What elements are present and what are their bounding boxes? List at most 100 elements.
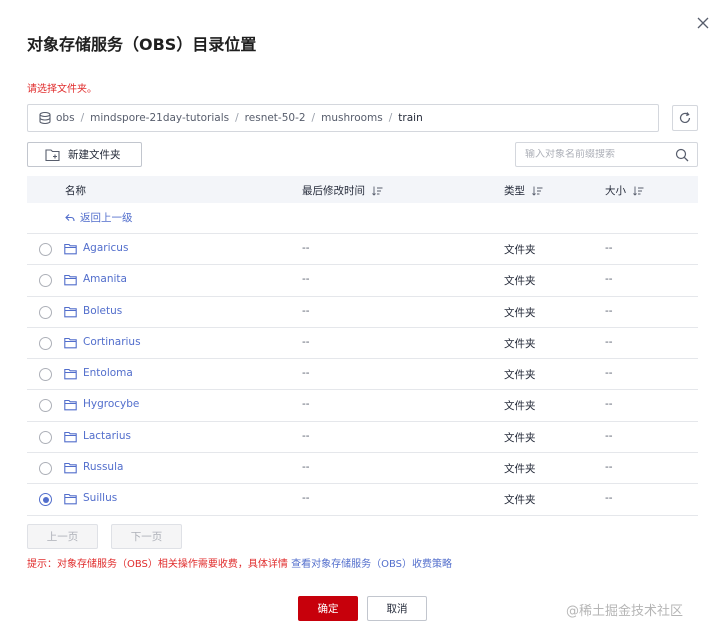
column-header-modified[interactable]: 最后修改时间 <box>302 183 383 198</box>
refresh-icon <box>679 112 691 124</box>
folder-icon <box>64 431 77 443</box>
modified-cell: -- <box>302 398 310 411</box>
back-row: 返回上一级 <box>27 203 698 234</box>
type-cell: 文件夹 <box>504 244 536 256</box>
folder-icon <box>64 494 77 505</box>
billing-policy-link[interactable]: 查看对象存储服务（OBS）收费策略 <box>291 559 452 570</box>
breadcrumb-separator: / <box>388 112 393 124</box>
folder-icon <box>64 243 77 255</box>
row-radio[interactable] <box>39 399 52 413</box>
watermark: @稀土掘金技术社区 <box>566 604 684 619</box>
folder-name-link[interactable]: Hygrocybe <box>83 398 139 410</box>
row-radio[interactable] <box>39 305 52 319</box>
folder-name-link[interactable]: Agaricus <box>83 242 128 254</box>
folder-name-link[interactable]: Cortinarius <box>83 336 141 348</box>
refresh-button[interactable] <box>672 105 698 131</box>
table-row[interactable]: Entoloma -- 文件夹 -- <box>27 359 698 391</box>
row-radio[interactable] <box>39 274 52 288</box>
bucket-icon <box>39 111 51 125</box>
prev-page-button[interactable]: 上一页 <box>27 524 98 549</box>
breadcrumb-segment[interactable]: resnet-50-2 <box>245 112 306 124</box>
type-cell: 文件夹 <box>504 400 536 413</box>
column-name-label: 名称 <box>65 185 86 197</box>
billing-notice-text: 提示：对象存储服务（OBS）相关操作需要收费，具体详情 <box>27 559 292 570</box>
path-breadcrumb: obs / mindspore-21day-tutorials / resnet… <box>27 104 659 132</box>
size-cell: -- <box>605 398 613 411</box>
row-radio[interactable] <box>39 243 52 256</box>
type-cell: 文件夹 <box>504 431 536 444</box>
size-cell: -- <box>605 367 613 380</box>
type-cell: 文件夹 <box>504 494 536 507</box>
obs-directory-dialog: 对象存储服务（OBS）目录位置 请选择文件夹。 obs / mindspore-… <box>0 0 720 638</box>
table-row[interactable]: Boletus -- 文件夹 -- <box>27 297 698 328</box>
folder-name-link[interactable]: Suillus <box>83 492 117 504</box>
folder-icon <box>64 463 77 474</box>
folder-name-link[interactable]: Russula <box>83 461 123 473</box>
folder-icon <box>64 275 77 286</box>
row-radio[interactable] <box>39 462 52 476</box>
column-size-label: 大小 <box>605 185 626 197</box>
table-header: 名称 最后修改时间 类型 大小 <box>27 176 698 203</box>
table-row[interactable]: Suillus -- 文件夹 -- <box>27 484 698 516</box>
cancel-button[interactable]: 取消 <box>367 596 427 621</box>
next-page-button[interactable]: 下一页 <box>111 524 182 549</box>
breadcrumb-separator: / <box>311 112 316 124</box>
breadcrumb-separator: / <box>235 112 239 124</box>
folder-icon <box>64 400 77 411</box>
modified-cell: -- <box>302 367 310 380</box>
modified-cell: -- <box>302 492 310 505</box>
row-radio[interactable] <box>39 368 52 382</box>
breadcrumb-segment[interactable]: mindspore-21day-tutorials <box>90 112 229 124</box>
close-button[interactable] <box>694 14 712 32</box>
size-cell: -- <box>605 304 613 317</box>
breadcrumb-separator: / <box>80 112 85 124</box>
table-row[interactable]: Lactarius -- 文件夹 -- <box>27 422 698 454</box>
billing-notice: 提示：对象存储服务（OBS）相关操作需要收费，具体详情 查看对象存储服务（OBS… <box>27 555 452 570</box>
back-arrow-icon <box>65 213 75 221</box>
back-to-parent-link[interactable]: 返回上一级 <box>65 210 133 225</box>
row-radio[interactable] <box>39 430 52 444</box>
folder-name-link[interactable]: Amanita <box>83 273 127 285</box>
new-folder-button[interactable]: 新建文件夹 <box>27 142 142 167</box>
modified-cell: -- <box>302 461 310 474</box>
sort-icon[interactable] <box>633 186 644 196</box>
table-row[interactable]: Russula -- 文件夹 -- <box>27 453 698 485</box>
table-row[interactable]: Cortinarius -- 文件夹 -- <box>27 328 698 360</box>
new-folder-label: 新建文件夹 <box>68 149 121 161</box>
confirm-button[interactable]: 确定 <box>298 596 358 621</box>
search-input[interactable] <box>516 149 666 160</box>
type-cell: 文件夹 <box>504 275 536 288</box>
table-row[interactable]: Hygrocybe -- 文件夹 -- <box>27 390 698 422</box>
folder-name-link[interactable]: Entoloma <box>83 367 133 379</box>
folder-name-link[interactable]: Boletus <box>83 305 122 317</box>
modified-cell: -- <box>302 304 310 317</box>
sort-icon[interactable] <box>372 186 383 196</box>
row-radio-selected[interactable] <box>39 493 52 507</box>
table-row[interactable]: Amanita -- 文件夹 -- <box>27 265 698 297</box>
table-row[interactable]: Agaricus -- 文件夹 -- <box>27 234 698 266</box>
sort-icon[interactable] <box>532 186 543 196</box>
folder-icon <box>64 369 77 380</box>
modified-cell: -- <box>302 273 310 286</box>
folder-list: Agaricus -- 文件夹 -- Amanita -- 文件夹 -- Bol… <box>27 234 698 516</box>
size-cell: -- <box>605 492 613 505</box>
column-header-type[interactable]: 类型 <box>504 183 543 198</box>
dialog-title: 对象存储服务（OBS）目录位置 <box>27 35 257 54</box>
size-cell: -- <box>605 429 613 442</box>
column-type-label: 类型 <box>504 185 525 197</box>
row-radio[interactable] <box>39 336 52 350</box>
type-cell: 文件夹 <box>504 337 536 350</box>
folder-icon <box>64 306 77 317</box>
folder-name-link[interactable]: Lactarius <box>83 430 131 442</box>
modified-cell: -- <box>302 335 310 348</box>
column-modified-label: 最后修改时间 <box>302 185 365 197</box>
column-header-name: 名称 <box>65 183 86 198</box>
column-header-size[interactable]: 大小 <box>605 183 644 198</box>
breadcrumb-segment[interactable]: mushrooms <box>321 112 383 124</box>
type-cell: 文件夹 <box>504 306 536 319</box>
search-icon[interactable] <box>675 148 689 162</box>
folder-icon <box>64 337 77 349</box>
back-to-parent-label: 返回上一级 <box>80 212 133 224</box>
breadcrumb-root[interactable]: obs <box>56 112 75 124</box>
breadcrumb-current: train <box>398 112 423 124</box>
